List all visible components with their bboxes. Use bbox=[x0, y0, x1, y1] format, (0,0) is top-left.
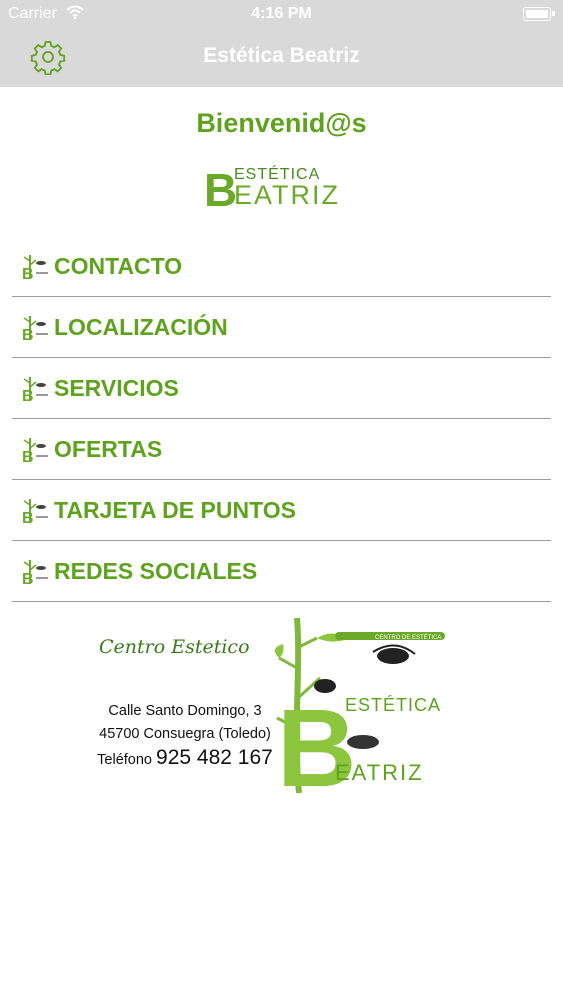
menu-item-localizacion[interactable]: B LOCALIZACIÓN bbox=[12, 297, 551, 358]
banner-address: Calle Santo Domingo, 3 45700 Consuegra (… bbox=[95, 700, 275, 772]
status-bar: Carrier 4:16 PM bbox=[0, 0, 563, 30]
menu-label: SERVICIOS bbox=[54, 375, 179, 401]
brand-mini-logo-icon: B bbox=[22, 499, 48, 525]
brand-logo-line2: EATRIZ bbox=[234, 180, 340, 210]
menu-label: OFERTAS bbox=[54, 436, 163, 462]
battery-icon bbox=[523, 7, 555, 21]
svg-text:B: B bbox=[22, 449, 34, 464]
brand-mini-logo-icon: B bbox=[22, 377, 48, 403]
brand-logo: B ESTÉTICA EATRIZ bbox=[204, 164, 340, 210]
menu-item-tarjeta-de-puntos[interactable]: B TARJETA DE PUNTOS bbox=[12, 480, 551, 541]
svg-text:B: B bbox=[22, 266, 34, 281]
menu-item-contacto[interactable]: B CONTACTO bbox=[12, 236, 551, 297]
menu-label: LOCALIZACIÓN bbox=[54, 314, 228, 340]
navigation-bar: Estética Beatriz bbox=[0, 30, 563, 87]
address-line-2: 45700 Consuegra (Toledo) bbox=[99, 726, 271, 742]
menu-label: CONTACTO bbox=[54, 253, 183, 279]
menu-label: TARJETA DE PUNTOS bbox=[54, 497, 296, 523]
main-menu: B CONTACTO B LOCALIZACIÓN B SERVICIOS B … bbox=[12, 236, 551, 602]
banner-logo-line2: EATRIZ bbox=[335, 760, 424, 785]
svg-text:B: B bbox=[22, 327, 34, 342]
brand-mini-logo-icon: B bbox=[22, 316, 48, 342]
menu-label: REDES SOCIALES bbox=[54, 558, 258, 584]
promo-banner: Centro Estetico Calle Santo Domingo, 3 4… bbox=[95, 608, 455, 798]
banner-centro-text: Centro Estetico bbox=[99, 636, 250, 658]
brand-mini-logo-icon: B bbox=[22, 560, 48, 586]
phone-line: Teléfono 925 482 167 bbox=[95, 746, 275, 772]
welcome-heading: Bienvenid@s bbox=[196, 108, 367, 138]
clock: 4:16 PM bbox=[251, 5, 312, 22]
menu-item-ofertas[interactable]: B OFERTAS bbox=[12, 419, 551, 480]
brand-mini-logo-icon: B bbox=[22, 438, 48, 464]
brand-mini-logo-icon: B bbox=[22, 255, 48, 281]
svg-text:B: B bbox=[22, 388, 34, 403]
phone-number: 925 482 167 bbox=[156, 746, 273, 769]
menu-item-redes-sociales[interactable]: B REDES SOCIALES bbox=[12, 541, 551, 602]
brand-logo-initial: B bbox=[204, 164, 237, 210]
svg-text:B: B bbox=[22, 571, 34, 586]
banner-artwork: CENTRO DE ESTÉTICA B ESTÉTICA EATRIZ bbox=[275, 617, 445, 798]
address-line-1: Calle Santo Domingo, 3 bbox=[108, 703, 262, 719]
svg-text:B: B bbox=[22, 510, 34, 525]
banner-logo-line1: ESTÉTICA bbox=[345, 695, 441, 715]
phone-label: Teléfono bbox=[97, 752, 152, 768]
banner-tag: CENTRO DE ESTÉTICA bbox=[375, 634, 441, 641]
nav-title: Estética Beatriz bbox=[203, 44, 360, 67]
menu-item-servicios[interactable]: B SERVICIOS bbox=[12, 358, 551, 419]
